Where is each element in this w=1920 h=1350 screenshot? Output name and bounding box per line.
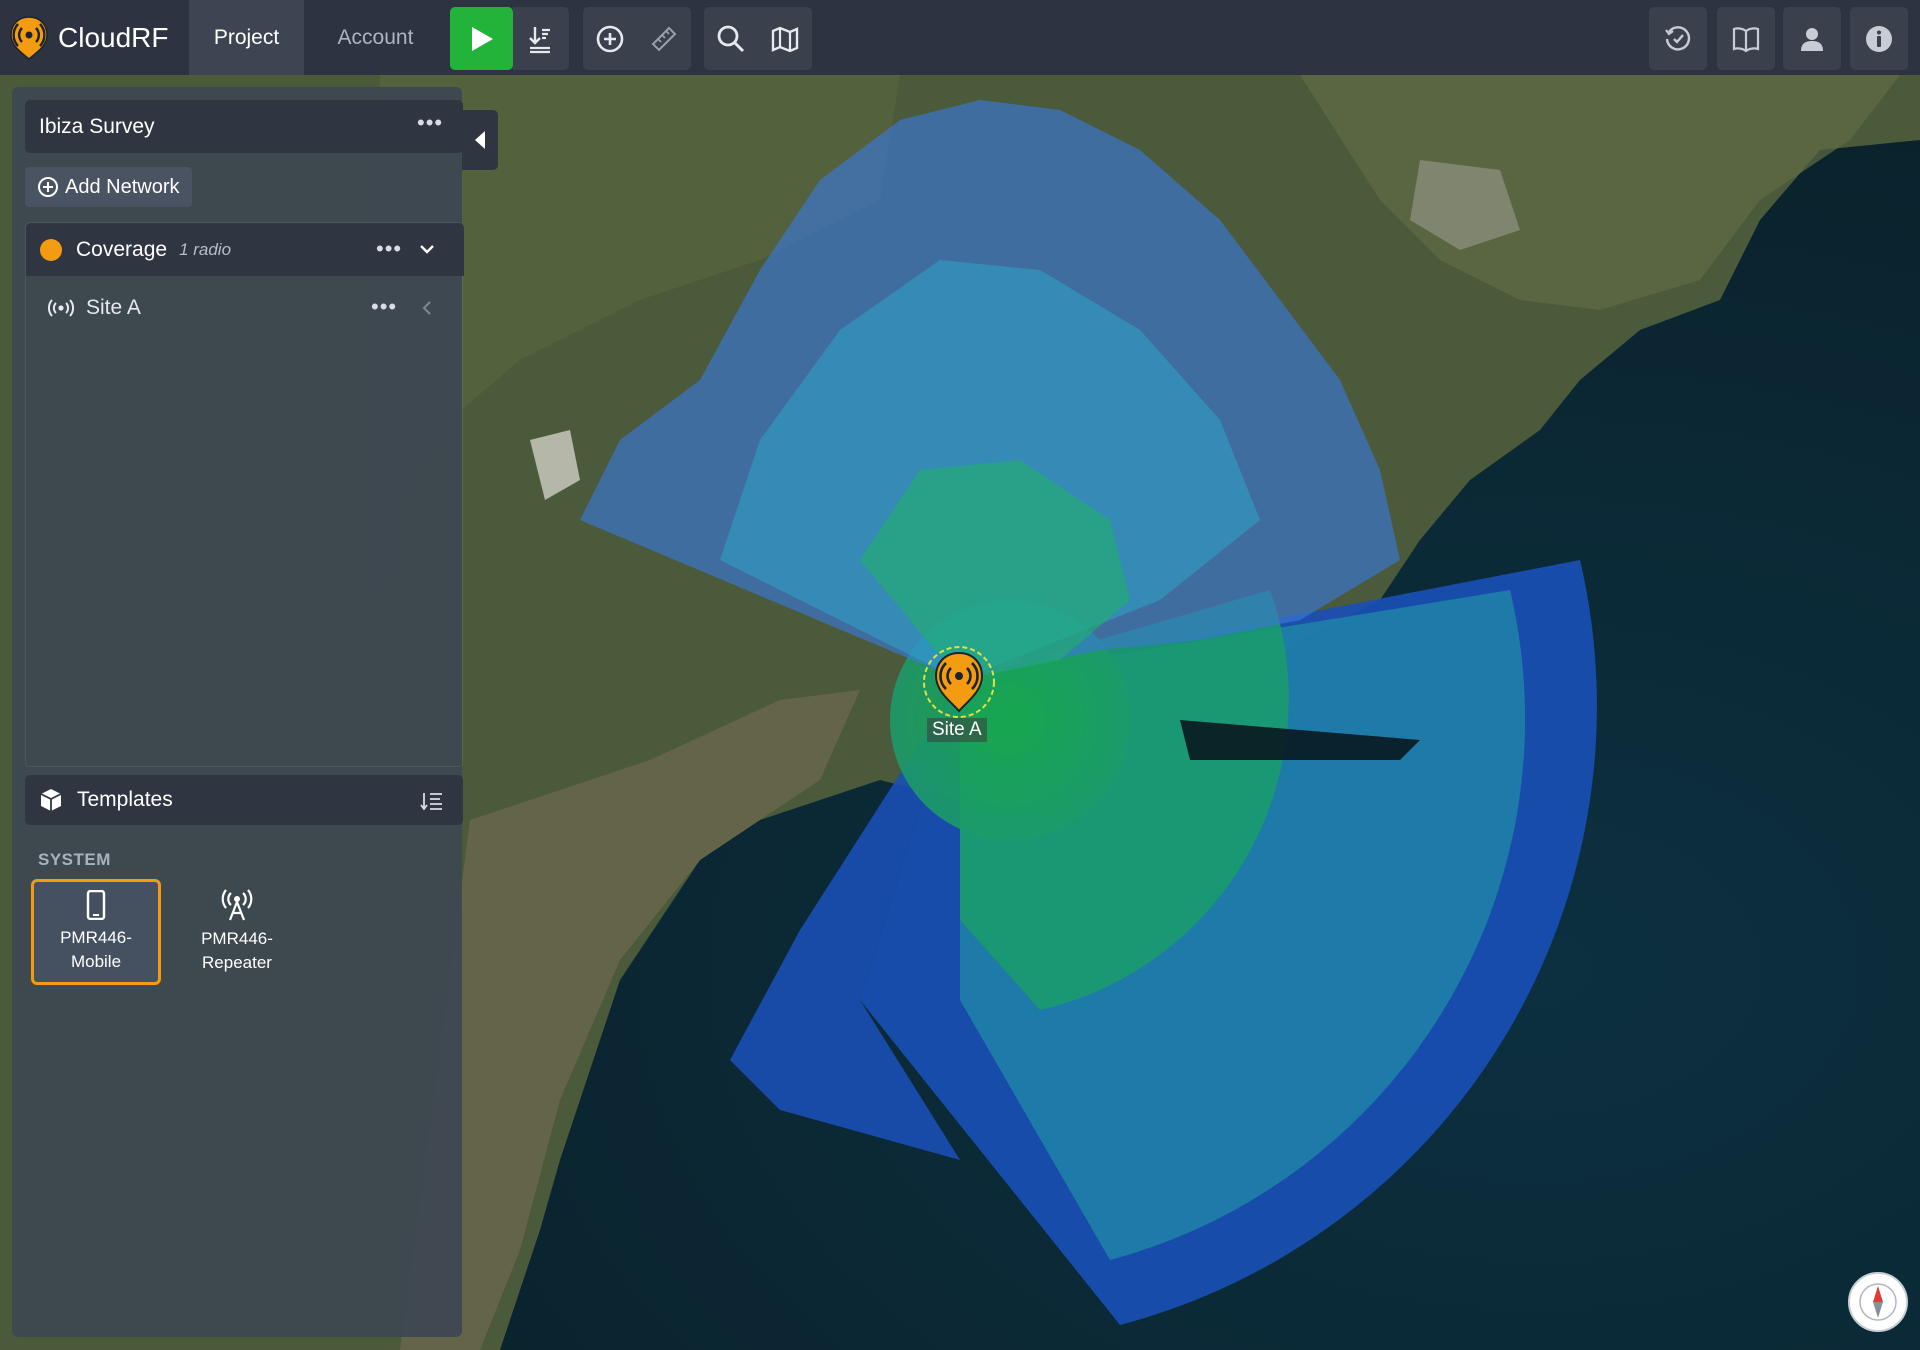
history-button[interactable] xyxy=(1649,7,1707,70)
project-menu-dots-icon[interactable]: ••• xyxy=(417,112,443,134)
app-logo[interactable]: CloudRF xyxy=(8,15,168,61)
network-radio-count: 1 radio xyxy=(179,239,232,259)
network-panel: Coverage 1 radio ••• Site A ••• xyxy=(25,222,464,767)
network-header[interactable]: Coverage 1 radio ••• xyxy=(26,223,464,276)
download-coverage-button[interactable] xyxy=(513,7,567,70)
project-header[interactable]: Ibiza Survey ••• xyxy=(25,100,463,153)
add-site-icon xyxy=(596,25,624,52)
download-coverage-icon xyxy=(529,26,550,53)
antenna-tower-icon xyxy=(221,889,253,921)
site-name: Site A xyxy=(86,296,141,319)
app-name: CloudRF xyxy=(58,22,169,53)
run-button[interactable] xyxy=(450,7,513,70)
user-icon xyxy=(1801,27,1823,51)
template-card-pmr446-repeater[interactable]: PMR446- Repeater xyxy=(172,879,302,985)
top-navigation-bar: CloudRF Project Account xyxy=(0,0,1920,75)
templates-header[interactable]: Templates xyxy=(25,775,463,825)
caret-left-icon xyxy=(475,131,485,149)
edit-tools-group xyxy=(583,7,691,70)
info-button[interactable] xyxy=(1850,7,1908,70)
download-group xyxy=(513,7,569,70)
system-section-label: SYSTEM xyxy=(38,850,111,869)
docs-book-icon xyxy=(1732,26,1760,52)
network-color-dot xyxy=(40,238,62,261)
radio-site-icon xyxy=(48,299,74,317)
collapse-sidebar-button[interactable] xyxy=(462,110,498,170)
mobile-phone-icon xyxy=(86,890,106,920)
map-layers-icon xyxy=(771,26,799,52)
add-network-label: Add Network xyxy=(65,175,180,198)
site-marker-label: Site A xyxy=(927,718,987,742)
cloudrf-logo-icon xyxy=(10,16,48,60)
template-card-pmr446-mobile[interactable]: PMR446- Mobile xyxy=(31,879,161,985)
info-icon xyxy=(1866,25,1892,52)
site-menu-dots-icon[interactable]: ••• xyxy=(371,296,397,318)
search-tools-group xyxy=(704,7,812,70)
compass-icon xyxy=(1859,1283,1897,1321)
add-site-button[interactable] xyxy=(583,7,637,70)
history-icon xyxy=(1665,25,1691,51)
network-name: Coverage xyxy=(76,237,168,261)
user-button[interactable] xyxy=(1783,7,1841,70)
compass-button[interactable] xyxy=(1848,1272,1908,1332)
add-network-button[interactable]: Add Network xyxy=(25,167,192,207)
templates-title: Templates xyxy=(77,788,173,811)
chevron-left-icon[interactable] xyxy=(421,300,433,316)
docs-button[interactable] xyxy=(1717,7,1775,70)
site-pin-icon xyxy=(923,646,995,718)
tab-account[interactable]: Account xyxy=(318,0,433,75)
site-marker[interactable] xyxy=(922,645,996,725)
play-icon xyxy=(471,26,493,51)
ruler-button[interactable] xyxy=(637,7,691,70)
network-menu-dots-icon[interactable]: ••• xyxy=(376,238,402,260)
map-layers-button[interactable] xyxy=(758,7,812,70)
sort-list-icon[interactable] xyxy=(420,790,444,812)
chevron-down-icon[interactable] xyxy=(418,240,436,258)
search-icon xyxy=(717,25,745,52)
template-label: PMR446- Mobile xyxy=(60,928,132,971)
search-button[interactable] xyxy=(704,7,758,70)
cube-icon xyxy=(40,789,62,811)
site-list-item[interactable]: Site A ••• xyxy=(26,283,464,333)
add-circle-icon xyxy=(38,177,58,197)
ruler-icon xyxy=(651,26,677,51)
tab-project[interactable]: Project xyxy=(189,0,304,75)
template-label: PMR446- Repeater xyxy=(201,929,273,972)
project-sidebar: Ibiza Survey ••• Add Network Coverage 1 … xyxy=(12,87,464,1337)
project-name: Ibiza Survey xyxy=(39,114,155,138)
